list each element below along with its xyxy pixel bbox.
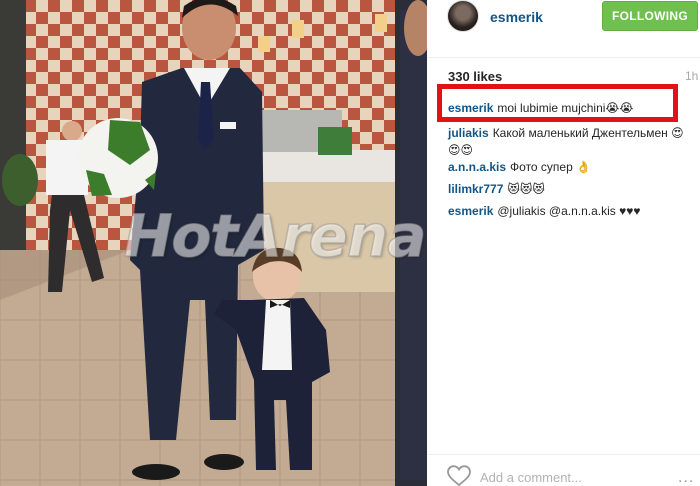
comment-item: lilimkr777 😻😻😻 <box>448 181 693 198</box>
following-button[interactable]: FOLLOWING <box>602 1 698 31</box>
comment-username[interactable]: esmerik <box>448 204 493 218</box>
comment-username[interactable]: juliakis <box>448 126 489 140</box>
comment-input[interactable] <box>480 468 670 486</box>
likes-count[interactable]: 330 likes <box>448 69 502 84</box>
comment-text: 😻😻😻 <box>507 182 545 196</box>
post-photo[interactable]: HotArena.net <box>0 0 427 486</box>
post-time[interactable]: 1h <box>685 69 698 83</box>
comment-username[interactable]: lilimkr777 <box>448 182 503 196</box>
comment-bar: ... <box>427 454 700 486</box>
comment-item: a.n.n.a.kis Фото супер 👌 <box>448 159 693 176</box>
author-username[interactable]: esmerik <box>490 9 543 25</box>
comment-item: juliakis Какой маленький Джентельмен 😍😍😍 <box>448 125 693 159</box>
comment-item: esmerik @juliakis @a.n.n.a.kis ♥♥♥ <box>448 203 693 220</box>
comment-text: Фото супер 👌 <box>510 160 592 174</box>
photo-illustration <box>0 0 427 486</box>
avatar[interactable] <box>447 0 479 32</box>
post-header: esmerik FOLLOWING <box>427 0 700 58</box>
more-options-icon[interactable]: ... <box>678 469 694 486</box>
comment-text: @juliakis @a.n.n.a.kis ♥♥♥ <box>497 204 641 218</box>
comment-username[interactable]: a.n.n.a.kis <box>448 160 506 174</box>
post-side-panel: esmerik FOLLOWING 330 likes 1h esmerik mo… <box>427 0 700 486</box>
highlight-box <box>437 84 678 122</box>
heart-outline-icon[interactable] <box>447 465 471 486</box>
